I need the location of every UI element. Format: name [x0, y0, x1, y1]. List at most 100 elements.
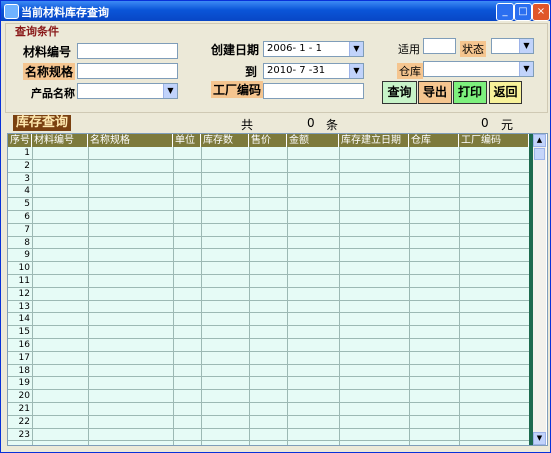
product-name-label: 产品名称	[31, 87, 75, 100]
table-row[interactable]: 15	[8, 326, 529, 339]
table-row[interactable]: 19	[8, 377, 529, 391]
table-row[interactable]: 3	[8, 172, 529, 186]
table-row[interactable]: 12	[8, 287, 529, 301]
grid-col-divider	[339, 147, 340, 445]
row-number: 18	[8, 364, 32, 377]
vertical-scrollbar[interactable]: ▲ ▼	[533, 134, 546, 445]
export-button[interactable]: 导出	[418, 81, 452, 104]
total-amount: 0	[481, 116, 489, 130]
row-number: 5	[8, 198, 32, 210]
factory-code-input[interactable]	[263, 83, 364, 99]
record-count: 0	[307, 116, 315, 130]
table-row[interactable]: 9	[8, 249, 529, 263]
row-number: 20	[8, 390, 32, 402]
chevron-down-icon[interactable]: ▼	[349, 64, 363, 78]
row-number: 6	[8, 211, 32, 223]
grid-col-divider	[32, 147, 33, 445]
row-number: 23	[8, 428, 32, 441]
table-row[interactable]: 1	[8, 147, 529, 160]
material-code-input[interactable]	[77, 43, 178, 59]
col-header-amount[interactable]: 金额	[287, 134, 339, 147]
col-header-stock-qty[interactable]: 库存数	[201, 134, 249, 147]
table-row[interactable]: 8	[8, 236, 529, 250]
chevron-down-icon[interactable]: ▼	[349, 42, 363, 56]
col-header-name-spec[interactable]: 名称规格	[88, 134, 173, 147]
close-button[interactable]: ×	[532, 3, 550, 21]
row-number: 2	[8, 159, 32, 172]
table-row[interactable]: 5	[8, 198, 529, 211]
create-date-label: 创建日期	[211, 43, 260, 57]
grid-body[interactable]: 1 2 3 4 5 6 7 8 9 10 11 12 13 14 15 16 17 18 19 20 21 22 23	[8, 147, 529, 445]
row-number: 16	[8, 339, 32, 351]
grid-header: 序号 材料编号 名称规格 单位 库存数 售价 金额 库存建立日期 仓库 工厂编码	[8, 134, 529, 147]
table-row[interactable]: 13	[8, 300, 529, 314]
print-button[interactable]: 打印	[453, 81, 487, 104]
status-select[interactable]: ▼	[491, 38, 534, 54]
grid-col-divider	[249, 147, 250, 445]
col-header-factory-code[interactable]: 工厂编码	[459, 134, 529, 147]
row-number: 19	[8, 377, 32, 390]
grid-col-divider	[88, 147, 89, 445]
window-title: 当前材料库存查询	[21, 6, 109, 19]
table-row[interactable]: 18	[8, 364, 529, 378]
table-row[interactable]: 16	[8, 339, 529, 352]
scroll-down-arrow-icon[interactable]: ▼	[533, 432, 546, 445]
status-label: 状态	[460, 41, 486, 57]
row-number: 12	[8, 287, 32, 300]
create-date-to-picker[interactable]: 2010- 7 -31 ▼	[263, 63, 364, 79]
table-row[interactable]: 20	[8, 390, 529, 403]
col-header-warehouse[interactable]: 仓库	[409, 134, 459, 147]
maximize-button[interactable]: □	[514, 3, 532, 21]
table-row[interactable]: 17	[8, 351, 529, 365]
grid-col-divider	[287, 147, 288, 445]
chevron-down-icon[interactable]: ▼	[519, 62, 533, 76]
chevron-down-icon[interactable]: ▼	[163, 84, 177, 98]
col-header-material-code[interactable]: 材料编号	[32, 134, 88, 147]
grid-col-divider	[409, 147, 410, 445]
table-row[interactable]: 11	[8, 275, 529, 288]
inventory-grid[interactable]: 序号 材料编号 名称规格 单位 库存数 售价 金额 库存建立日期 仓库 工厂编码…	[7, 133, 548, 446]
row-number: 9	[8, 249, 32, 262]
table-row[interactable]: 2	[8, 159, 529, 173]
title-bar[interactable]: 当前材料库存查询 _ □ ×	[1, 1, 550, 21]
minimize-button[interactable]: _	[496, 3, 514, 21]
warehouse-select[interactable]: ▼	[423, 61, 534, 77]
col-header-stock-date[interactable]: 库存建立日期	[339, 134, 409, 147]
warehouse-label: 仓库	[397, 63, 423, 79]
col-header-unit[interactable]: 单位	[173, 134, 201, 147]
table-row[interactable]: 4	[8, 185, 529, 199]
applicable-label: 适用	[398, 43, 420, 56]
row-number: 13	[8, 300, 32, 313]
row-number: 17	[8, 351, 32, 364]
back-button[interactable]: 返回	[489, 81, 522, 104]
name-spec-label: 名称规格	[23, 63, 76, 80]
create-date-from-picker[interactable]: 2006- 1 - 1 ▼	[263, 41, 364, 57]
col-header-price[interactable]: 售价	[249, 134, 287, 147]
row-number: 14	[8, 313, 32, 326]
table-row[interactable]: 22	[8, 415, 529, 429]
to-label: 到	[245, 65, 258, 79]
name-spec-input[interactable]	[77, 63, 178, 79]
filter-group-title: 查询条件	[15, 25, 59, 38]
col-header-seq[interactable]: 序号	[8, 134, 32, 147]
query-button[interactable]: 查询	[382, 81, 417, 104]
grid-col-divider	[173, 147, 174, 445]
table-row[interactable]: 23	[8, 428, 529, 442]
row-number: 1	[8, 147, 32, 159]
table-row[interactable]: 7	[8, 223, 529, 237]
app-icon	[4, 4, 19, 19]
scroll-up-arrow-icon[interactable]: ▲	[533, 134, 546, 147]
applicable-input[interactable]	[423, 38, 456, 54]
table-row[interactable]: 10	[8, 262, 529, 275]
row-number: 3	[8, 172, 32, 185]
grid-col-divider	[201, 147, 202, 445]
scroll-thumb[interactable]	[534, 148, 545, 160]
row-number: 10	[8, 262, 32, 274]
table-row[interactable]: 14	[8, 313, 529, 327]
section-title: 库存查询	[13, 115, 72, 131]
table-row[interactable]: 6	[8, 211, 529, 224]
chevron-down-icon[interactable]: ▼	[519, 39, 533, 53]
row-number: 4	[8, 185, 32, 198]
table-row[interactable]: 21	[8, 403, 529, 416]
product-name-select[interactable]: ▼	[77, 83, 178, 99]
